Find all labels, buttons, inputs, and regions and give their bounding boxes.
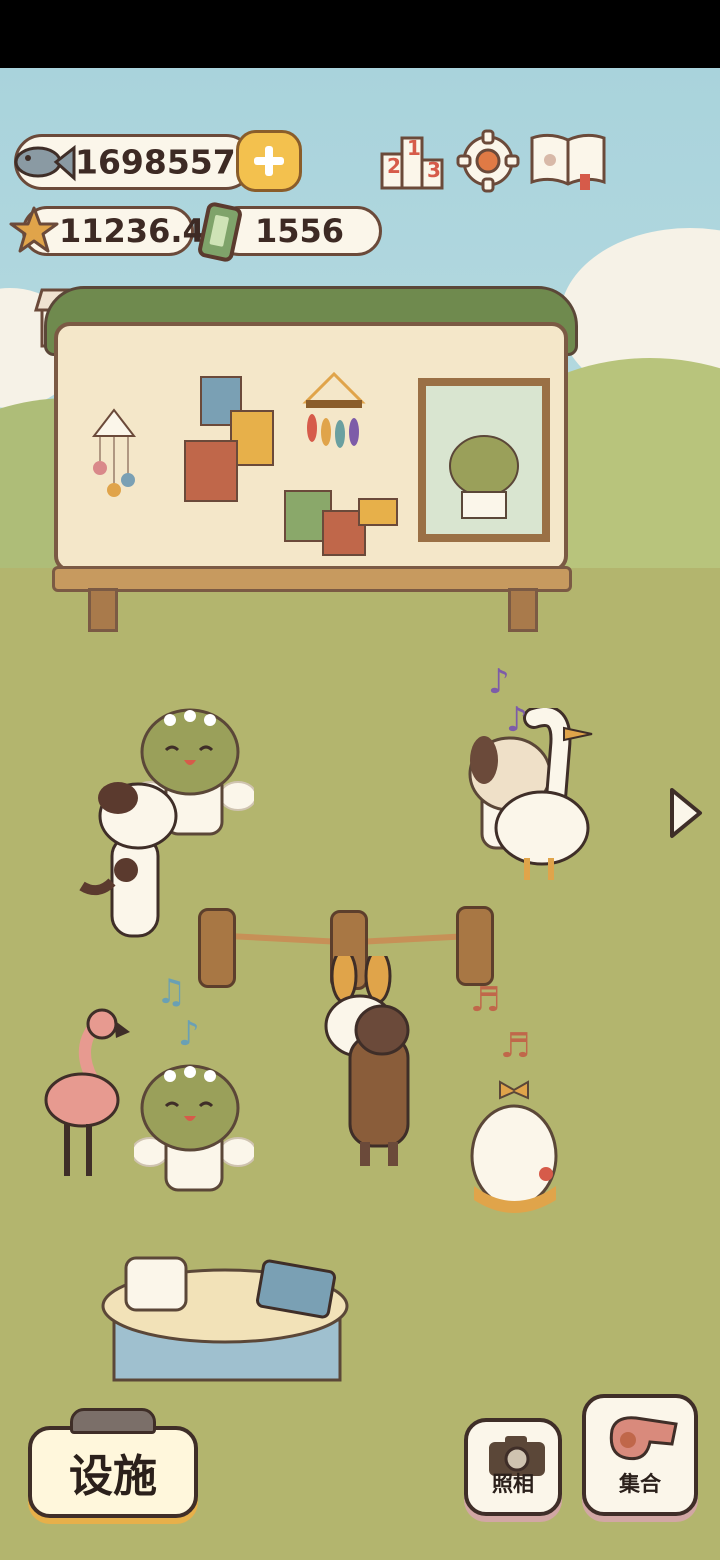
journal-button[interactable] <box>528 130 608 192</box>
portrait-frame <box>418 378 550 542</box>
flamingo-character[interactable] <box>36 1008 132 1180</box>
photo-button[interactable]: 照相 <box>464 1418 562 1516</box>
fence-post <box>456 906 494 986</box>
star-count: 11236.4 <box>59 212 205 250</box>
fish-count: 1698557 <box>75 142 236 182</box>
ticket-count: 1556 <box>255 212 345 250</box>
music-note-icon: ♪ <box>506 700 528 740</box>
rank-2: 2 <box>387 154 401 178</box>
music-note-icon: ♫ <box>156 972 187 1012</box>
journal-book-icon <box>530 133 606 190</box>
fence-post <box>198 908 236 988</box>
wind-chime-decoration <box>86 408 142 504</box>
corgi-character[interactable] <box>320 948 420 1170</box>
clipboard-clip <box>70 1408 156 1434</box>
gather-label: 集合 <box>619 1472 661 1496</box>
music-note-icon: ♬ <box>500 1026 531 1066</box>
gather-button[interactable]: 集合 <box>582 1394 698 1516</box>
board-leg <box>88 588 118 632</box>
feather-decoration <box>302 371 366 458</box>
photo-sticker <box>184 440 238 502</box>
photo-label: 照相 <box>492 1472 534 1496</box>
board-shelf <box>52 566 572 592</box>
hamster-character[interactable] <box>460 1076 570 1218</box>
ticket-icon <box>192 200 248 264</box>
facility-label: 设施 <box>69 1451 157 1502</box>
star-icon <box>8 204 60 258</box>
settings-button[interactable] <box>456 128 520 194</box>
fish-icon <box>8 132 78 192</box>
chevron-right-icon <box>670 788 702 838</box>
next-area-arrow[interactable] <box>664 784 706 842</box>
rank-1: 1 <box>407 136 421 160</box>
frog-character[interactable] <box>131 1056 257 1196</box>
board-leg <box>508 588 538 632</box>
dog-character[interactable] <box>78 776 188 946</box>
gear-icon <box>456 129 520 193</box>
add-fish-button[interactable] <box>236 130 302 192</box>
photo-sticker <box>358 498 398 526</box>
music-note-icon: ♪ <box>488 662 510 702</box>
rank-3: 3 <box>427 158 441 182</box>
plus-icon <box>254 146 284 176</box>
music-note-icon: ♪ <box>178 1014 200 1054</box>
picnic-table[interactable] <box>100 1248 350 1388</box>
facility-button[interactable]: 设施 <box>28 1426 198 1518</box>
status-bar <box>0 0 720 68</box>
music-note-icon: ♬ <box>470 980 501 1020</box>
whistle-icon <box>609 1416 678 1461</box>
